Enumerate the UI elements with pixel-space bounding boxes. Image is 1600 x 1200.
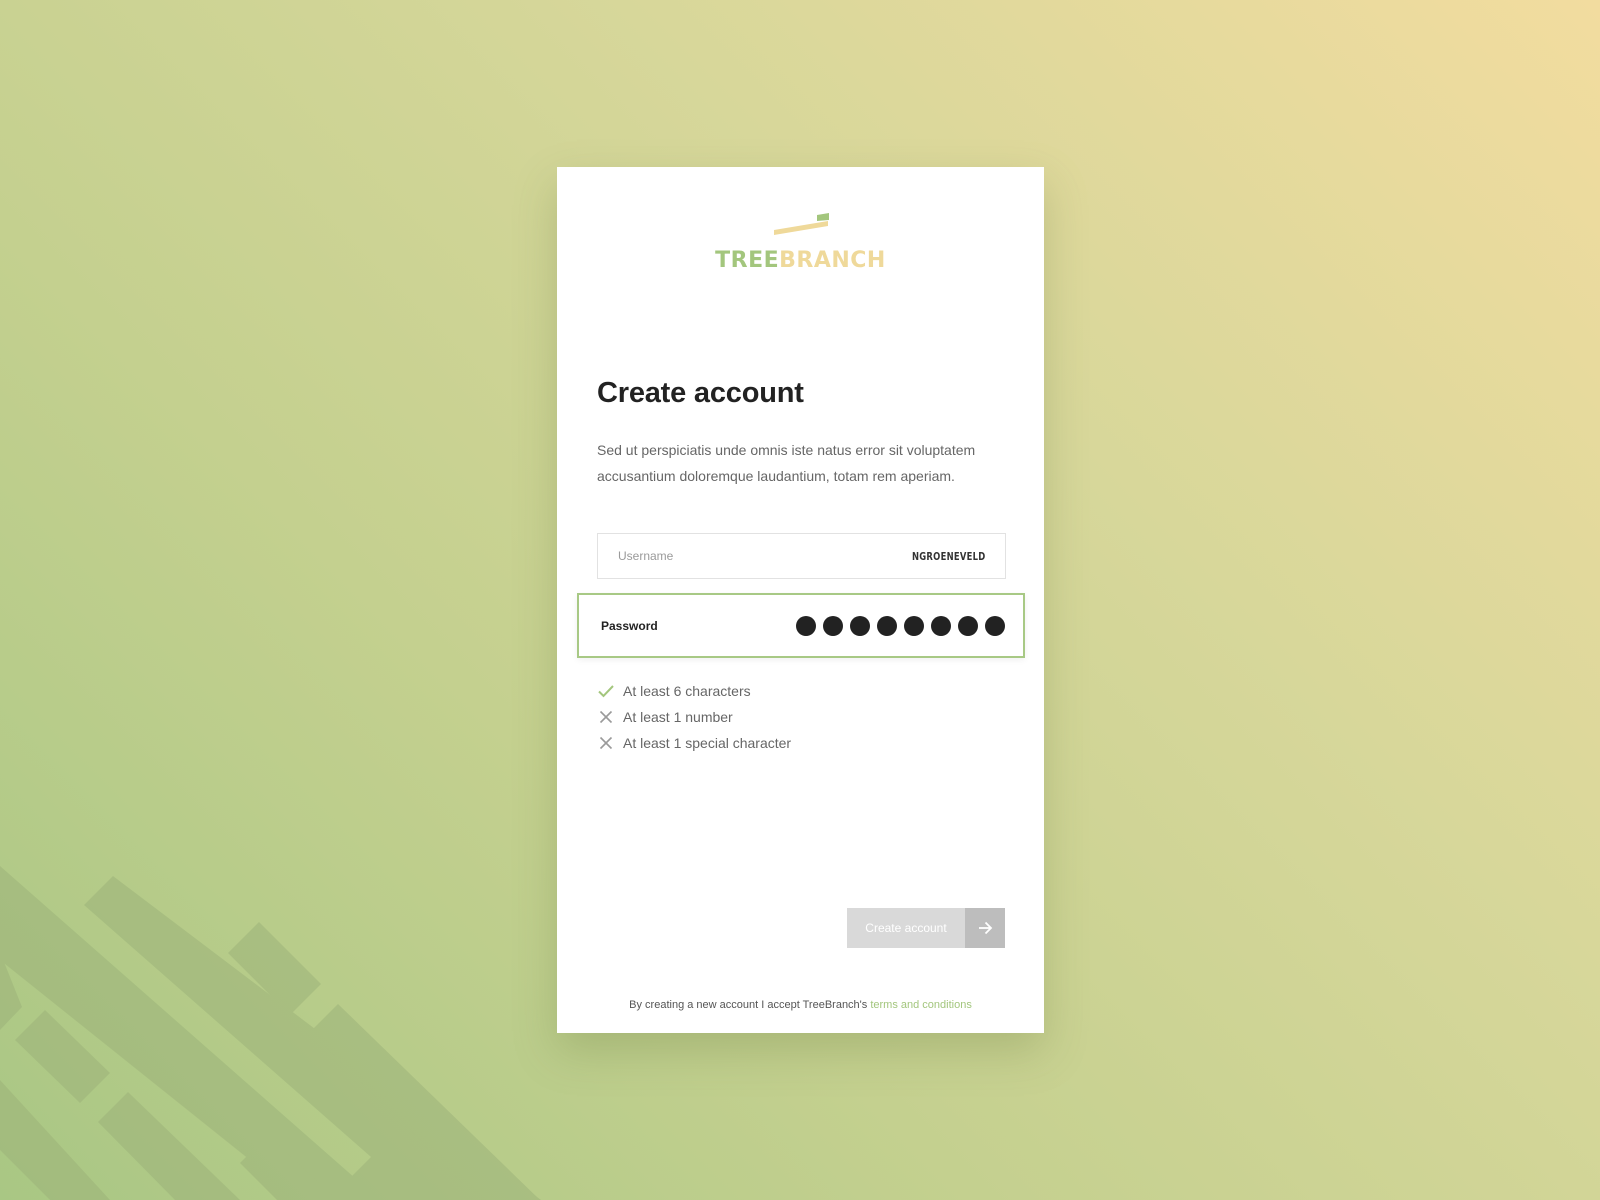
password-rule-text: At least 1 special character <box>623 735 792 751</box>
password-mask-dot <box>796 615 816 636</box>
terms-notice: By creating a new account I accept TreeB… <box>557 999 1044 1011</box>
terms-text: By creating a new account I accept TreeB… <box>629 999 868 1011</box>
password-mask-dot <box>850 615 870 636</box>
check-icon <box>598 685 614 698</box>
brand-name-tree: TREE <box>715 248 780 273</box>
password-mask-dot <box>904 615 924 636</box>
password-rule-number: At least 1 number <box>597 704 791 730</box>
password-mask-dot <box>958 615 978 636</box>
password-rule-min-length: At least 6 characters <box>597 678 791 704</box>
password-mask-dot <box>877 615 897 636</box>
password-label: Password <box>601 618 658 633</box>
username-label: Username <box>618 549 674 563</box>
password-field[interactable]: Password <box>577 593 1025 658</box>
create-account-button-label: Create account <box>847 908 965 948</box>
signup-card: TREEBRANCH Create account Sed ut perspic… <box>557 167 1044 1033</box>
branch-logo-icon <box>773 213 829 235</box>
password-mask-dot <box>931 615 951 636</box>
page-description: Sed ut perspiciatis unde omnis iste natu… <box>597 442 976 484</box>
password-mask-dot <box>985 615 1005 636</box>
username-field[interactable]: Username NGROENEVELD <box>597 533 1006 579</box>
treebranch-logo: TREEBRANCH <box>557 211 1044 291</box>
arrow-right-icon <box>965 908 1005 948</box>
username-value: NGROENEVELD <box>911 549 985 563</box>
brand-wordmark: TREEBRANCH <box>557 249 1044 273</box>
password-rule-text: At least 6 characters <box>623 683 751 699</box>
password-masked-value <box>796 615 1005 636</box>
create-account-button[interactable]: Create account <box>847 908 1005 948</box>
x-icon <box>599 736 613 750</box>
password-rule-special-character: At least 1 special character <box>597 730 791 756</box>
password-rules: At least 6 characters At least 1 number … <box>597 678 791 756</box>
password-mask-dot <box>823 615 843 636</box>
x-icon <box>599 710 613 724</box>
page-title: Create account <box>597 377 804 409</box>
brand-name-branch: BRANCH <box>779 248 886 273</box>
password-rule-text: At least 1 number <box>623 709 733 725</box>
terms-and-conditions-link[interactable]: terms and conditions <box>870 999 972 1011</box>
